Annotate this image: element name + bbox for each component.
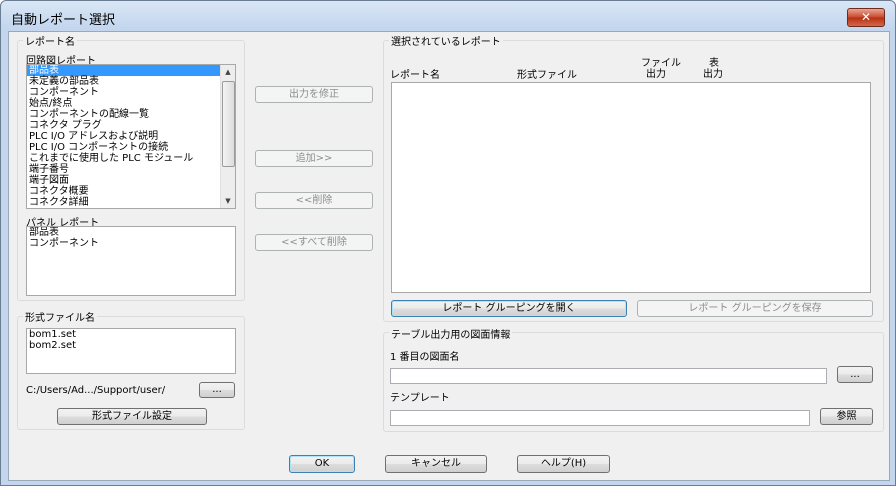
format-file-list[interactable]: bom1.set bom2.set bbox=[26, 328, 236, 374]
circuit-report-list[interactable]: 部品表 未定義の部品表 コンポーネント 始点/終点 コンポーネントの配線一覧 コネクタ プ… bbox=[26, 64, 236, 209]
list-item[interactable]: 始点/終点 bbox=[27, 98, 235, 109]
list-item[interactable]: PLC I/O アドレスおよび説明 bbox=[27, 131, 235, 142]
list-item[interactable]: 未定義の部品表 bbox=[27, 76, 235, 87]
list-item[interactable]: PLC I/O コンポーネントの接続 bbox=[27, 142, 235, 153]
list-item[interactable]: コネクタ概要 bbox=[27, 186, 235, 197]
list-item[interactable]: 部品表 bbox=[27, 65, 235, 76]
help-button[interactable]: ヘルプ(H) bbox=[517, 455, 610, 473]
first-drawing-browse-button[interactable]: ... bbox=[837, 366, 873, 383]
list-item[interactable]: 部品表 bbox=[27, 227, 235, 238]
scroll-down-icon[interactable]: ▼ bbox=[221, 194, 235, 208]
dialog-window: 自動レポート選択 ✕ レポート名 回路図レポート 部品表 未定義の部品表 コンポーネ… bbox=[0, 0, 896, 486]
list-item[interactable]: コンポーネント bbox=[27, 238, 235, 249]
open-report-grouping-button[interactable]: レポート グルーピングを開く bbox=[391, 300, 627, 317]
report-name-group-label: レポート名 bbox=[23, 33, 77, 48]
selected-reports-list[interactable] bbox=[391, 82, 871, 293]
template-reference-button[interactable]: 参照 bbox=[820, 408, 873, 425]
cancel-button[interactable]: キャンセル bbox=[385, 455, 487, 473]
column-table-output-line2: 出力 bbox=[703, 69, 723, 80]
panel-report-list[interactable]: 部品表 コンポーネント bbox=[26, 226, 236, 296]
title-bar[interactable]: 自動レポート選択 ✕ bbox=[1, 1, 895, 31]
ok-button[interactable]: OK bbox=[289, 455, 355, 473]
scroll-thumb[interactable] bbox=[222, 81, 235, 167]
add-button[interactable]: 追加>> bbox=[255, 150, 373, 167]
list-item[interactable]: bom1.set bbox=[27, 329, 235, 340]
format-path: C:/Users/Ad.../Support/user/ bbox=[26, 385, 166, 396]
save-report-grouping-button[interactable]: レポート グルーピングを保存 bbox=[637, 300, 873, 317]
template-input[interactable] bbox=[390, 410, 810, 426]
column-format-file: 形式ファイル bbox=[517, 70, 577, 81]
list-item[interactable]: 端子番号 bbox=[27, 164, 235, 175]
column-report-name: レポート名 bbox=[390, 70, 440, 81]
selected-reports-group-label: 選択されているレポート bbox=[389, 33, 503, 48]
format-file-setting-button[interactable]: 形式ファイル設定 bbox=[57, 408, 207, 425]
format-file-group-label: 形式ファイル名 bbox=[23, 309, 97, 324]
window-title: 自動レポート選択 bbox=[11, 13, 116, 28]
circuit-list-scrollbar[interactable]: ▲ ▼ bbox=[220, 65, 235, 208]
remove-all-button[interactable]: <<すべて削除 bbox=[255, 234, 373, 251]
first-drawing-name-label: 1 番目の図面名 bbox=[390, 352, 460, 363]
list-item[interactable]: 端子図面 bbox=[27, 175, 235, 186]
list-item[interactable]: bom2.set bbox=[27, 340, 235, 351]
column-file-output-line2: 出力 bbox=[646, 69, 666, 80]
remove-button[interactable]: <<削除 bbox=[255, 192, 373, 209]
format-browse-button[interactable]: ... bbox=[199, 382, 235, 398]
list-item[interactable]: これまでに使用した PLC モジュール bbox=[27, 153, 235, 164]
list-item[interactable]: コネクタ詳細 bbox=[27, 197, 235, 208]
dialog-client: レポート名 回路図レポート 部品表 未定義の部品表 コンポーネント 始点/終点 コンポー… bbox=[8, 31, 890, 481]
list-item[interactable]: コネクタ プラグ bbox=[27, 120, 235, 131]
scroll-up-icon[interactable]: ▲ bbox=[221, 65, 235, 79]
modify-output-button[interactable]: 出力を修正 bbox=[255, 86, 373, 103]
close-button[interactable]: ✕ bbox=[847, 8, 885, 27]
list-item[interactable]: コンポーネント bbox=[27, 87, 235, 98]
template-label: テンプレート bbox=[390, 393, 450, 404]
table-output-group-label: テーブル出力用の図面情報 bbox=[389, 326, 513, 341]
list-item[interactable]: コンポーネントの配線一覧 bbox=[27, 109, 235, 120]
first-drawing-name-input[interactable] bbox=[390, 368, 827, 384]
